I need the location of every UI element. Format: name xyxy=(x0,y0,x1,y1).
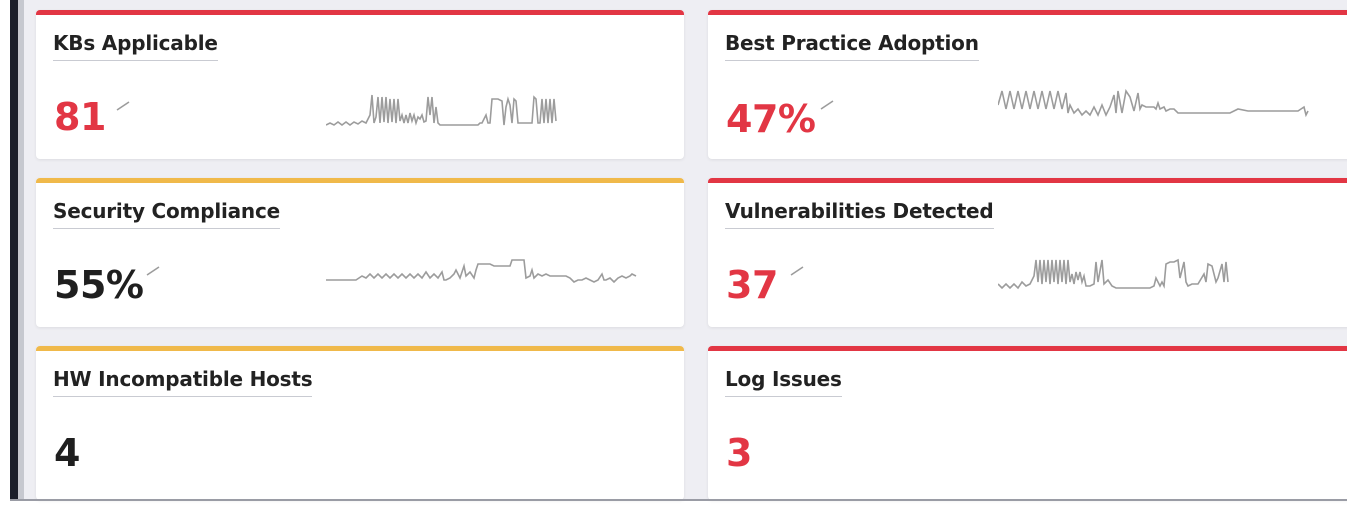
metric-value: 3 xyxy=(726,431,752,475)
metric-card-kbs-applicable[interactable]: KBs Applicable 81 xyxy=(36,10,684,159)
metric-value: 47% xyxy=(726,97,816,141)
dashboard-frame: KBs Applicable 81 Best Practice Adoption… xyxy=(0,0,1347,505)
metric-card-log-issues[interactable]: Log Issues 3 xyxy=(708,346,1347,500)
trend-up-icon xyxy=(790,266,804,276)
metric-card-best-practice-adoption[interactable]: Best Practice Adoption 47% xyxy=(708,10,1347,159)
sparkline xyxy=(326,259,637,284)
card-title: Vulnerabilities Detected xyxy=(725,199,994,229)
metric-value: 37 xyxy=(726,263,778,307)
sparkline xyxy=(998,258,1229,290)
status-bar xyxy=(36,178,684,183)
status-bar xyxy=(36,346,684,351)
trend-up-icon xyxy=(146,266,160,276)
card-title: Security Compliance xyxy=(53,199,280,229)
metric-value: 81 xyxy=(54,95,106,139)
sparkline xyxy=(998,88,1309,118)
metric-card-vulnerabilities-detected[interactable]: Vulnerabilities Detected 37 xyxy=(708,178,1347,327)
metric-value: 55% xyxy=(54,263,144,307)
status-bar xyxy=(708,10,1347,15)
metric-card-security-compliance[interactable]: Security Compliance 55% xyxy=(36,178,684,327)
bottom-border xyxy=(10,499,1347,501)
card-title: HW Incompatible Hosts xyxy=(53,367,313,397)
card-title: Best Practice Adoption xyxy=(725,31,979,61)
card-title: Log Issues xyxy=(725,367,842,397)
trend-up-icon xyxy=(116,101,130,111)
trend-up-icon xyxy=(820,100,834,110)
metric-card-hw-incompatible-hosts[interactable]: HW Incompatible Hosts 4 xyxy=(36,346,684,500)
metrics-panel: KBs Applicable 81 Best Practice Adoption… xyxy=(24,0,1347,500)
sparkline xyxy=(326,94,557,126)
card-title: KBs Applicable xyxy=(53,31,218,61)
left-rail xyxy=(10,0,18,500)
metric-value: 4 xyxy=(54,431,80,475)
status-bar xyxy=(36,10,684,15)
status-bar xyxy=(708,346,1347,351)
status-bar xyxy=(708,178,1347,183)
